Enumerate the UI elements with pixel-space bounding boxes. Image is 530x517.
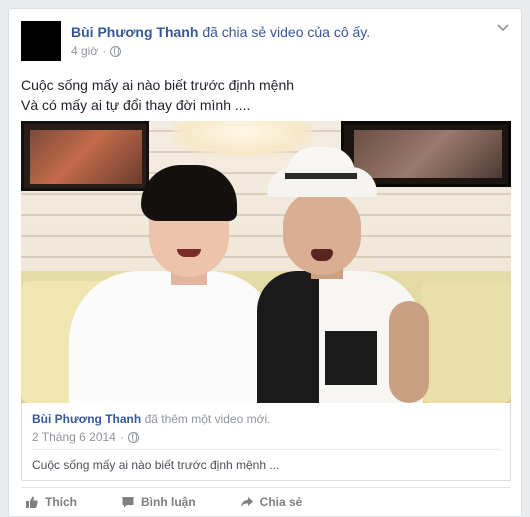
post-text-line: Và có mấy ai tự đổi thay đời mình .... <box>21 97 251 113</box>
person-right-hat-band <box>285 173 357 179</box>
author-name-link[interactable]: Bùi Phương Thanh <box>71 24 198 40</box>
video-lamp <box>173 121 313 157</box>
person-left <box>69 271 279 403</box>
comment-icon <box>122 497 134 508</box>
post-text-line: Cuộc sống mấy ai nào biết trước định mện… <box>21 77 295 93</box>
person-right-shirt-panel <box>257 271 319 403</box>
post-header: Bùi Phương Thanh đã chia sẻ video của cô… <box>71 23 370 41</box>
share-arrow-icon <box>240 497 253 507</box>
person-right-shirt-patch <box>325 331 377 385</box>
person-right-arm <box>389 301 429 403</box>
person-left-hair <box>141 165 237 221</box>
post-card: Bùi Phương Thanh đã chia sẻ video của cô… <box>8 8 522 517</box>
post-action-text[interactable]: đã chia sẻ video của cô ấy. <box>202 24 370 40</box>
person-right-mouth <box>311 249 333 261</box>
thumbs-up-icon <box>26 496 38 508</box>
share-button[interactable]: Chia sẻ <box>236 487 307 517</box>
shared-meta: 2 Tháng 6 2014 · <box>32 430 139 444</box>
globe-icon <box>127 431 139 443</box>
meta-separator: · <box>119 430 124 444</box>
picture-inner <box>30 130 142 184</box>
sofa-cushion <box>421 281 511 403</box>
post-meta: 4 giờ · <box>71 43 122 59</box>
post-actions: Thích Bình luận Chia sẻ <box>21 487 306 517</box>
chevron-down-icon[interactable] <box>497 23 509 33</box>
globe-icon[interactable] <box>110 45 122 57</box>
like-button[interactable]: Thích <box>21 487 81 517</box>
video-player[interactable] <box>21 121 511 403</box>
shared-action-text: đã thêm một video mới. <box>144 412 271 426</box>
shared-header: Bùi Phương Thanh đã thêm một video mới. <box>32 411 270 427</box>
post-text: Cuộc sống mấy ai nào biết trước định mện… <box>21 75 294 115</box>
meta-separator: · <box>102 44 107 58</box>
shared-author-link[interactable]: Bùi Phương Thanh <box>32 412 141 426</box>
share-label: Chia sẻ <box>259 495 303 509</box>
person-right-face <box>283 191 361 275</box>
like-label: Thích <box>45 495 77 509</box>
picture-inner <box>354 130 502 178</box>
shared-date[interactable]: 2 Tháng 6 2014 <box>32 430 116 444</box>
divider <box>32 449 502 450</box>
comment-label: Bình luận <box>141 495 196 509</box>
post-timestamp[interactable]: 4 giờ <box>71 43 98 59</box>
shared-text: Cuộc sống mấy ai nào biết trước định mện… <box>32 458 280 472</box>
shared-video-attachment[interactable]: Bùi Phương Thanh đã thêm một video mới. … <box>21 403 511 481</box>
person-right-hat-brim <box>267 167 377 197</box>
comment-button[interactable]: Bình luận <box>117 487 200 517</box>
author-avatar[interactable] <box>21 21 61 61</box>
wall-picture-left <box>21 121 149 191</box>
